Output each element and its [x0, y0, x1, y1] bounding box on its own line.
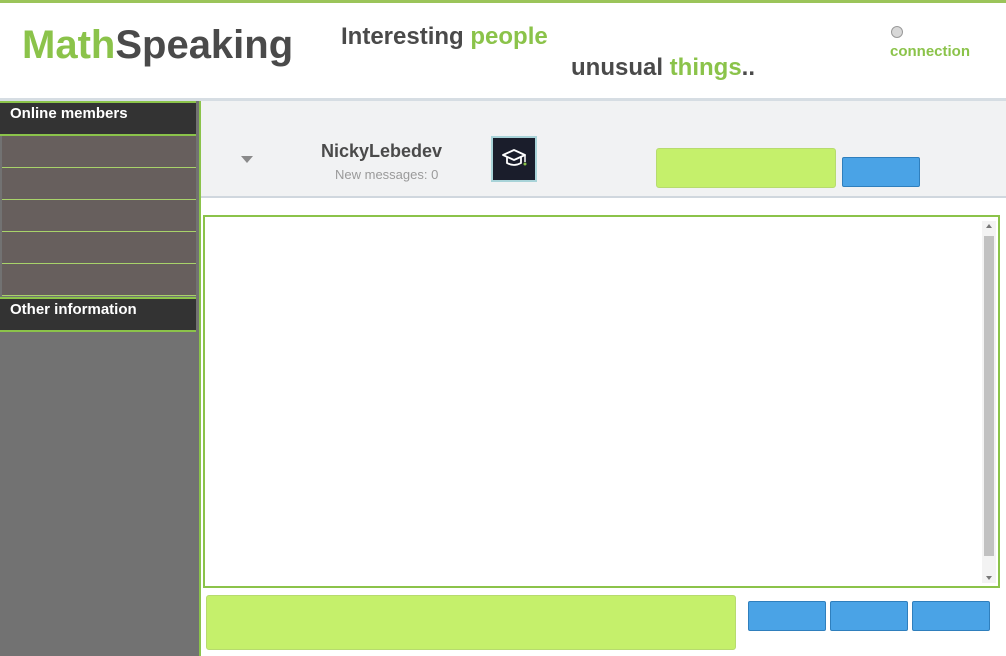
scroll-up-icon[interactable]: [986, 224, 992, 228]
header: MathSpeaking Interesting people unusual …: [0, 3, 1006, 101]
sidebar: Online members Other information: [0, 101, 201, 656]
member-slot[interactable]: [2, 136, 196, 168]
avatar[interactable]: [491, 136, 537, 182]
tagline-unusual: unusual: [571, 54, 670, 81]
conversation-bar: NickyLebedev New messages: 0: [201, 101, 1006, 198]
tagline-line2: unusual things..: [571, 54, 755, 82]
chat-window: [203, 215, 1000, 588]
chat-scrollbar[interactable]: [982, 221, 996, 583]
logo-speaking: Speaking: [115, 23, 294, 67]
online-members-title: Online members: [10, 105, 128, 122]
member-slot[interactable]: [2, 200, 196, 232]
tagline-things: things: [669, 54, 742, 81]
member-slot[interactable]: [2, 168, 196, 200]
action-button-2[interactable]: [830, 601, 908, 631]
scroll-down-icon[interactable]: [986, 576, 992, 580]
member-slot[interactable]: [2, 264, 196, 296]
new-messages-count: New messages: 0: [335, 167, 439, 182]
scroll-thumb[interactable]: [984, 236, 994, 556]
recipient-input[interactable]: [656, 148, 836, 188]
other-information-header: Other information: [0, 297, 196, 332]
tagline-people: people: [470, 23, 548, 50]
tagline-line1: Interesting people: [341, 23, 548, 51]
logo: MathSpeaking: [22, 23, 293, 68]
tagline-interesting: Interesting: [341, 23, 471, 50]
message-input[interactable]: [206, 595, 736, 650]
caret-down-icon[interactable]: [241, 156, 253, 163]
other-information-title: Other information: [10, 301, 137, 318]
recipient-button[interactable]: [842, 157, 920, 187]
action-button-1[interactable]: [748, 601, 826, 631]
action-button-3[interactable]: [912, 601, 990, 631]
connection-status-icon: [891, 26, 903, 38]
conversation-username[interactable]: NickyLebedev: [321, 141, 442, 162]
connection-label[interactable]: connection: [890, 43, 970, 60]
graduation-cap-icon: [502, 149, 527, 166]
online-members-header: Online members: [0, 101, 196, 136]
tagline-dots: ..: [741, 54, 756, 81]
logo-math: Math: [22, 23, 116, 67]
member-slot[interactable]: [2, 232, 196, 264]
